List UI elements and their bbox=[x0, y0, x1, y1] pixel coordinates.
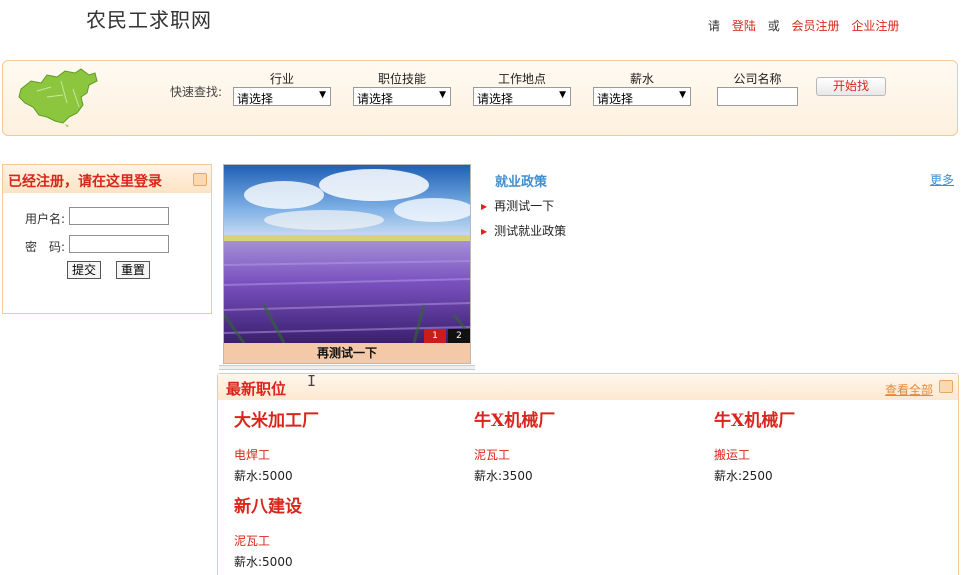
policy-section-title: 就业政策 bbox=[495, 175, 548, 190]
quick-search-bar: 快速查找: 行业 请选择 ▼ 职位技能 请选择 ▼ 工作地点 请选择 ▼ 薪水 请选择… bbox=[2, 60, 958, 136]
username-input[interactable] bbox=[69, 207, 169, 225]
latest-jobs-panel: 最新职位 查看全部 大米加工厂 电焊工 薪水:5000 牛X机械厂 泥瓦工 薪水… bbox=[217, 373, 959, 575]
job-company[interactable]: 牛X机械厂 bbox=[714, 406, 934, 431]
policy-item[interactable]: ▶ 测试就业政策 bbox=[481, 222, 566, 239]
login-prompt-text: 请 bbox=[708, 19, 721, 33]
job-salary: 薪水:5000 bbox=[234, 469, 293, 483]
password-input[interactable] bbox=[69, 235, 169, 253]
username-label: 用户名: bbox=[25, 212, 66, 226]
slide-caption[interactable]: 再测试一下 bbox=[224, 343, 470, 363]
slideshow-divider bbox=[219, 365, 475, 370]
industry-label: 行业 bbox=[269, 72, 294, 86]
slide-page-2[interactable]: 2 bbox=[448, 329, 470, 343]
member-register-link[interactable]: 会员注册 bbox=[792, 19, 840, 33]
lavender-field-image bbox=[224, 165, 470, 343]
job-card: 牛X机械厂 泥瓦工 薪水:3500 bbox=[474, 406, 694, 484]
job-title[interactable]: 搬运工 bbox=[714, 446, 934, 463]
dropdown-arrow-icon: ▼ bbox=[559, 90, 566, 100]
job-card: 牛X机械厂 搬运工 薪水:2500 bbox=[714, 406, 934, 484]
submit-button[interactable]: 提交 bbox=[67, 261, 101, 279]
skill-filter: 职位技能 请选择 ▼ bbox=[353, 70, 451, 106]
login-panel: 已经注册，请在这里登录 用户名: 密 码: 提交 重置 bbox=[2, 164, 212, 314]
dropdown-arrow-icon: ▼ bbox=[439, 90, 446, 100]
login-panel-title: 已经注册，请在这里登录 bbox=[8, 174, 162, 190]
view-all-link[interactable]: 查看全部 bbox=[885, 381, 933, 398]
job-company[interactable]: 牛X机械厂 bbox=[474, 406, 694, 431]
company-register-link[interactable]: 企业注册 bbox=[851, 19, 899, 33]
login-panel-header: 已经注册，请在这里登录 bbox=[3, 165, 211, 193]
latest-jobs-title: 最新职位 bbox=[226, 380, 287, 398]
job-company[interactable]: 新八建设 bbox=[234, 492, 454, 517]
job-title[interactable]: 泥瓦工 bbox=[234, 532, 454, 549]
salary-label: 薪水 bbox=[629, 72, 654, 86]
start-search-button[interactable]: 开始找 bbox=[816, 77, 886, 96]
dropdown-arrow-icon: ▼ bbox=[679, 90, 686, 100]
site-title: 农民工求职网 bbox=[86, 8, 212, 32]
job-salary: 薪水:2500 bbox=[714, 469, 773, 483]
top-links: 请 登陆 或 会员注册 企业注册 bbox=[708, 17, 899, 34]
bullet-arrow-icon: ▶ bbox=[481, 227, 488, 236]
text-cursor-icon: I bbox=[307, 372, 317, 390]
job-company[interactable]: 大米加工厂 bbox=[234, 406, 454, 431]
job-card: 新八建设 泥瓦工 薪水:5000 bbox=[234, 492, 454, 570]
or-text: 或 bbox=[767, 19, 780, 33]
job-title[interactable]: 泥瓦工 bbox=[474, 446, 694, 463]
industry-filter: 行业 请选择 ▼ bbox=[233, 70, 331, 106]
job-card: 大米加工厂 电焊工 薪水:5000 bbox=[234, 406, 454, 484]
news-slideshow[interactable]: 1 2 再测试一下 bbox=[223, 164, 471, 364]
password-label: 密 码: bbox=[25, 240, 66, 254]
company-name-input[interactable] bbox=[717, 87, 798, 106]
location-select[interactable]: 请选择 ▼ bbox=[473, 87, 571, 106]
skill-label: 职位技能 bbox=[377, 72, 426, 86]
company-name-label: 公司名称 bbox=[733, 72, 782, 86]
job-salary: 薪水:3500 bbox=[474, 469, 533, 483]
quick-search-label: 快速查找: bbox=[170, 85, 223, 99]
industry-select[interactable]: 请选择 ▼ bbox=[233, 87, 331, 106]
company-filter: 公司名称 bbox=[717, 70, 798, 106]
job-title[interactable]: 电焊工 bbox=[234, 446, 454, 463]
login-link[interactable]: 登陆 bbox=[732, 19, 756, 33]
job-salary: 薪水:5000 bbox=[234, 555, 293, 569]
latest-jobs-header: 最新职位 查看全部 bbox=[218, 374, 958, 400]
reset-button[interactable]: 重置 bbox=[116, 261, 150, 279]
policy-more-link[interactable]: 更多 bbox=[930, 171, 954, 188]
salary-select[interactable]: 请选择 ▼ bbox=[593, 87, 691, 106]
slide-page-1[interactable]: 1 bbox=[424, 329, 446, 343]
china-map-icon bbox=[18, 68, 98, 127]
collapse-icon[interactable] bbox=[193, 173, 207, 186]
bullet-arrow-icon: ▶ bbox=[481, 202, 488, 211]
skill-select[interactable]: 请选择 ▼ bbox=[353, 87, 451, 106]
salary-filter: 薪水 请选择 ▼ bbox=[593, 70, 691, 106]
collapse-icon[interactable] bbox=[939, 380, 953, 393]
policy-item[interactable]: ▶ 再测试一下 bbox=[481, 197, 554, 214]
dropdown-arrow-icon: ▼ bbox=[319, 90, 326, 100]
location-label: 工作地点 bbox=[497, 72, 546, 86]
location-filter: 工作地点 请选择 ▼ bbox=[473, 70, 571, 106]
